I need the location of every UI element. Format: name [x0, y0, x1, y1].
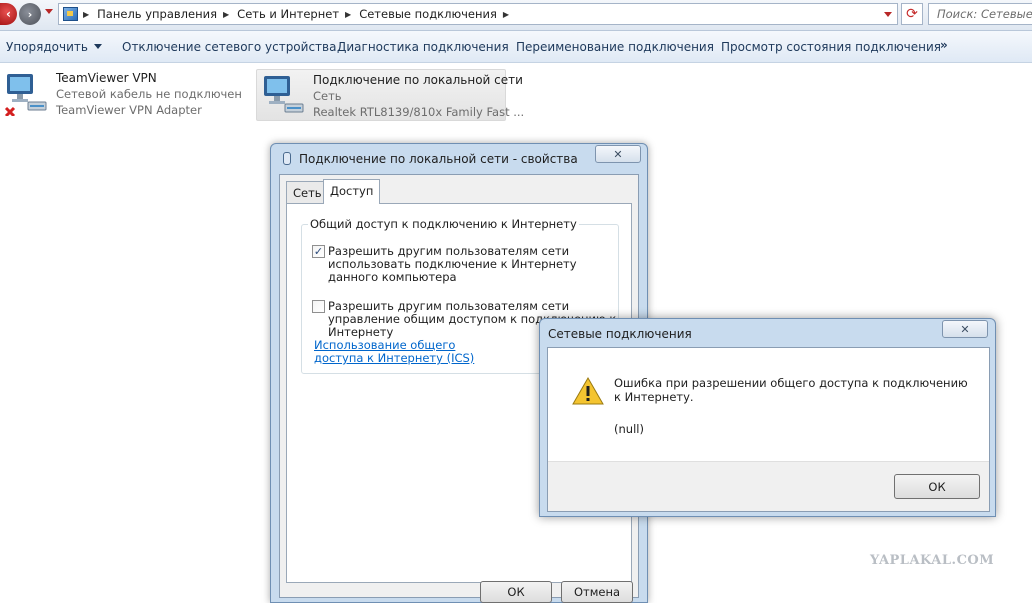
groupbox-title: Общий доступ к подключению к Интернету: [308, 217, 579, 231]
back-button[interactable]: ‹: [0, 3, 17, 25]
chevron-down-icon: [93, 44, 102, 49]
diagnose-button[interactable]: Диагностика подключения: [337, 40, 509, 54]
network-plug-icon: [283, 152, 291, 165]
address-history-dropdown-icon[interactable]: [884, 12, 892, 17]
connection-text: Подключение по локальной сети Сеть Realt…: [313, 72, 524, 120]
connection-adapter: Realtek RTL8139/810x Family Fast ...: [313, 105, 525, 119]
close-icon: ✕: [613, 147, 623, 161]
connection-name: Подключение по локальной сети: [313, 73, 523, 87]
breadcrumb-network-connections[interactable]: Сетевые подключения: [359, 7, 497, 21]
breadcrumb-network-internet[interactable]: Сеть и Интернет: [237, 7, 339, 21]
forward-button[interactable]: ›: [19, 3, 41, 25]
error-ok-button[interactable]: ОК: [894, 474, 980, 499]
breadcrumb-separator-icon[interactable]: ▶: [345, 10, 351, 19]
network-adapter-icon: [4, 74, 47, 116]
error-detail: (null): [614, 422, 644, 436]
connection-adapter: TeamViewer VPN Adapter: [56, 103, 202, 117]
forward-arrow-icon: ›: [27, 7, 33, 21]
back-arrow-icon: ‹: [6, 7, 11, 21]
dialog-title: Подключение по локальной сети - свойства: [299, 152, 578, 166]
refresh-icon: ⟳: [906, 6, 918, 22]
error-message: Ошибка при разрешении общего доступа к п…: [614, 376, 968, 404]
organize-menu[interactable]: Упорядочить: [6, 40, 102, 54]
command-bar: Упорядочить Отключение сетевого устройст…: [0, 31, 1032, 63]
breadcrumb-separator-icon[interactable]: ▶: [503, 10, 509, 19]
allow-sharing-label[interactable]: Разрешить другим пользователям сети испо…: [328, 245, 618, 284]
view-status-button[interactable]: Просмотр состояния подключения: [721, 40, 941, 54]
connection-text: TeamViewer VPN Сетевой кабель не подключ…: [56, 70, 242, 118]
disable-device-button[interactable]: Отключение сетевого устройства: [122, 40, 336, 54]
refresh-button[interactable]: ⟳: [901, 3, 923, 25]
rename-button[interactable]: Переименование подключения: [516, 40, 714, 54]
connection-name: TeamViewer VPN: [56, 71, 157, 85]
error-dialog-title: Сетевые подключения: [548, 327, 692, 341]
checkmark-icon: ✓: [313, 245, 324, 258]
warning-icon: [572, 376, 604, 405]
connection-status: Сетевой кабель не подключен: [56, 87, 242, 101]
ok-button[interactable]: ОК: [480, 581, 552, 603]
address-bar[interactable]: ▶ Панель управления ▶ Сеть и Интернет ▶ …: [58, 3, 898, 25]
connection-teamviewer-vpn[interactable]: TeamViewer VPN Сетевой кабель не подключ…: [0, 68, 242, 120]
cancel-button[interactable]: Отмена: [561, 581, 633, 603]
breadcrumb-separator-icon[interactable]: ▶: [223, 10, 229, 19]
allow-control-checkbox[interactable]: [312, 300, 325, 313]
breadcrumb-separator-icon[interactable]: ▶: [83, 10, 89, 19]
error-dialog: Сетевые подключения ✕ Ошибка при разреше…: [539, 318, 996, 517]
recent-pages-dropdown-icon[interactable]: [45, 9, 53, 14]
connection-status: Сеть: [313, 89, 342, 103]
address-row: ‹ › ▶ Панель управления ▶ Сеть и Интерне…: [0, 0, 1032, 31]
organize-label: Упорядочить: [6, 40, 88, 54]
allow-sharing-checkbox[interactable]: ✓: [312, 245, 325, 258]
close-button[interactable]: ✕: [595, 145, 641, 163]
breadcrumb: ▶ Панель управления ▶ Сеть и Интернет ▶ …: [83, 7, 517, 21]
close-icon: ✕: [960, 322, 970, 336]
connection-local-area[interactable]: Подключение по локальной сети Сеть Realt…: [256, 69, 524, 121]
error-content: Ошибка при разрешении общего доступа к п…: [547, 347, 990, 512]
close-button[interactable]: ✕: [942, 320, 988, 338]
network-adapter-icon: [264, 76, 304, 113]
breadcrumb-control-panel[interactable]: Панель управления: [97, 7, 217, 21]
control-panel-icon: [63, 7, 78, 21]
more-commands-button[interactable]: »: [940, 38, 948, 52]
ics-help-link[interactable]: Использование общего доступа к Интернету…: [314, 339, 504, 365]
watermark: YAPLAKAL.COM: [870, 553, 995, 568]
search-input[interactable]: Поиск: Сетевые подключения: [928, 3, 1032, 25]
tab-sharing[interactable]: Доступ: [323, 179, 381, 204]
error-footer: ОК: [548, 461, 989, 511]
